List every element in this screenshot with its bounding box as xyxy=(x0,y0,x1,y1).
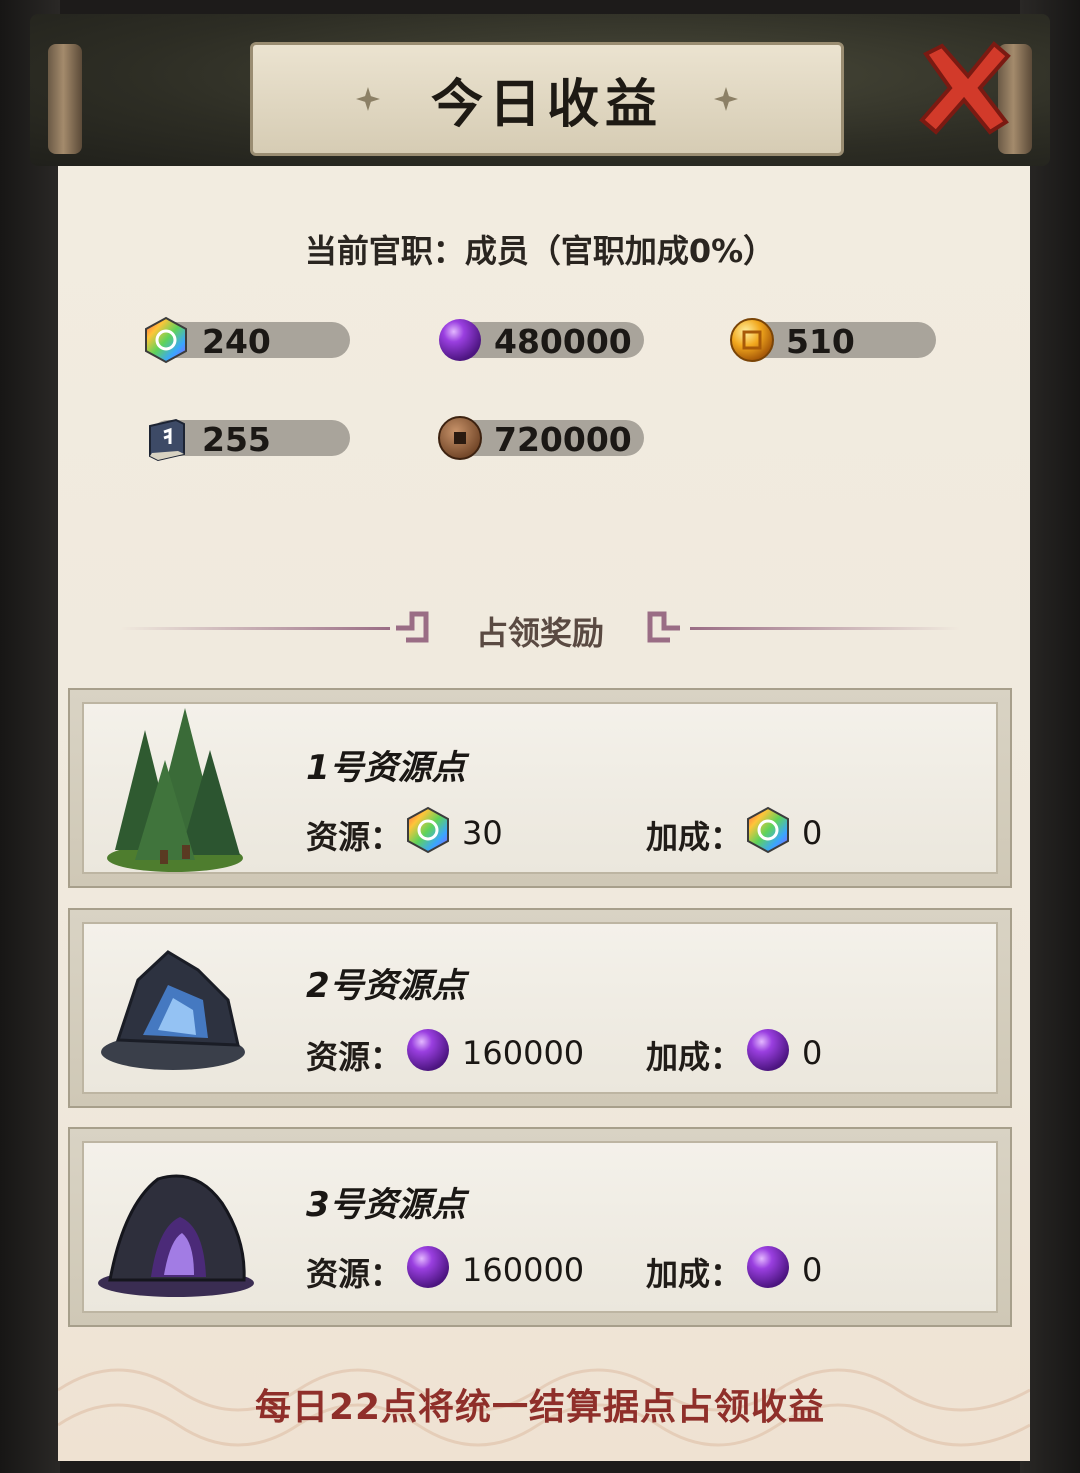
resource-point-name: 1号资源点 xyxy=(306,748,466,788)
resource-label: 资源： xyxy=(306,818,403,856)
purple-orb-icon xyxy=(407,1246,449,1288)
resource-point-card[interactable]: 3号资源点 资源： 160000 加成： 0 xyxy=(68,1127,1012,1327)
resource-label: 资源： xyxy=(306,1255,403,1293)
resource-point-card[interactable]: 1号资源点 资源： 30 加成： 0 xyxy=(68,688,1012,888)
bonus-value: 0 xyxy=(802,1251,823,1289)
bonus-label: 加成： xyxy=(646,1038,743,1076)
rank-status: 当前官职：成员（官职加成0%） xyxy=(304,232,776,270)
resource-point-name: 3号资源点 xyxy=(306,1185,466,1225)
resource-value-gold: 510 xyxy=(786,322,855,361)
settlement-notice: 每日22点将统一结算据点占领收益 xyxy=(254,1387,826,1428)
rainbow-gem-icon xyxy=(747,806,789,854)
shuriken-icon xyxy=(709,82,743,116)
gold-coin-icon xyxy=(730,318,774,362)
close-icon xyxy=(919,41,1011,135)
resource-value-book: 255 xyxy=(202,420,271,459)
resource-value: 30 xyxy=(462,814,503,852)
section-title: 占领奖励 xyxy=(475,614,604,652)
left-dark-border xyxy=(0,0,60,1473)
scroll-roll-left xyxy=(48,44,82,154)
resource-value: 160000 xyxy=(462,1034,585,1072)
purple-orb-icon xyxy=(747,1246,789,1288)
resource-value: 160000 xyxy=(462,1251,585,1289)
book-icon xyxy=(149,418,185,462)
bonus-value: 0 xyxy=(802,814,823,852)
purple-orb-icon xyxy=(407,1029,449,1071)
page-title: 今日收益 xyxy=(430,74,663,135)
purple-orb-icon xyxy=(439,319,481,361)
bonus-value: 0 xyxy=(802,1034,823,1072)
copper-coin-icon xyxy=(438,416,482,460)
rainbow-gem-icon xyxy=(407,806,449,854)
ornament-hook-icon xyxy=(647,611,680,643)
shuriken-icon xyxy=(351,82,385,116)
resource-point-name: 2号资源点 xyxy=(306,966,466,1006)
bonus-label: 加成： xyxy=(646,818,743,856)
close-button[interactable] xyxy=(912,36,1016,140)
crystal-rock-icon xyxy=(101,950,245,1070)
resource-point-card[interactable]: 2号资源点 资源： 160000 加成： 0 xyxy=(68,908,1012,1108)
purple-orb-icon xyxy=(747,1029,789,1071)
cave-icon xyxy=(98,1174,254,1297)
forest-icon xyxy=(107,708,243,872)
resource-value-orb: 480000 xyxy=(494,322,632,361)
divider-line-right xyxy=(690,627,960,630)
resource-value-copper: 720000 xyxy=(494,420,632,459)
rainbow-gem-icon xyxy=(145,316,187,364)
resource-label: 资源： xyxy=(306,1038,403,1076)
resource-value-gem: 240 xyxy=(202,322,271,361)
bonus-label: 加成： xyxy=(646,1255,743,1293)
title-plaque: 今日收益 xyxy=(250,42,844,156)
